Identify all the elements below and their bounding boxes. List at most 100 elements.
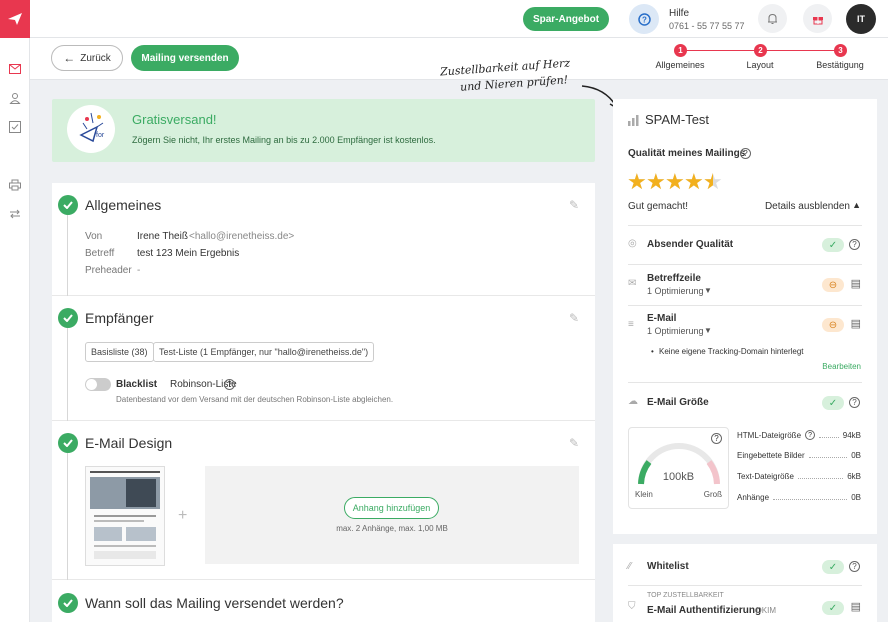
checklist-icon[interactable] xyxy=(8,120,22,134)
spar-angebot-button[interactable]: Spar-Angebot xyxy=(523,7,609,31)
help-title[interactable]: Hilfe xyxy=(669,8,689,19)
step-1-marker[interactable]: 1 xyxy=(674,44,687,57)
edit-link[interactable]: Bearbeiten xyxy=(822,362,861,371)
gauge-min-label: Klein xyxy=(635,490,653,499)
preview-icon[interactable]: ▤ xyxy=(851,600,861,613)
left-sidebar xyxy=(0,0,30,622)
info-icon[interactable]: ? xyxy=(711,433,722,444)
star-icon: ★★ xyxy=(646,169,666,194)
ok-check-icon: ✓ xyxy=(822,560,844,574)
user-icon[interactable] xyxy=(8,91,22,105)
step-1-label: Allgemeines xyxy=(655,60,705,70)
subject-opt-label[interactable]: 1 Optimierung xyxy=(647,286,704,296)
step-3-label: Bestätigung xyxy=(816,60,864,70)
details-toggle[interactable]: Details ausblenden xyxy=(765,201,850,212)
step-2-marker[interactable]: 2 xyxy=(754,44,767,57)
star-icon: ★★ xyxy=(684,169,704,194)
rating-text: Gut gemacht! xyxy=(628,201,689,212)
timeline-line xyxy=(67,215,68,296)
blacklist-toggle[interactable] xyxy=(85,378,111,391)
divider xyxy=(628,585,862,586)
check-circle-icon xyxy=(58,593,78,613)
check-circle-icon xyxy=(58,195,78,215)
design-title: E-Mail Design xyxy=(85,435,173,451)
back-button-label: Zurück xyxy=(80,52,111,64)
recipients-title: Empfänger xyxy=(85,310,154,326)
info-icon[interactable]: ? xyxy=(740,148,751,159)
ok-check-icon: ✓ xyxy=(822,396,844,410)
badge-text: for xyxy=(96,132,105,139)
email-note: Keine eigene Tracking-Domain hinterlegt xyxy=(659,347,804,356)
chevron-down-icon[interactable]: ▼ xyxy=(704,286,712,295)
pencil-icon[interactable]: ✎ xyxy=(569,198,579,212)
svg-text:?: ? xyxy=(642,15,647,24)
info-icon[interactable]: ? xyxy=(849,239,860,250)
from-email: <hallo@irenetheiss.de> xyxy=(189,231,295,242)
divider xyxy=(628,264,862,265)
blacklist-hint: Datenbestand vor dem Versand mit der deu… xyxy=(116,395,394,404)
subject-line-label: Betreffzeile xyxy=(647,273,701,284)
size-row-text: Text-Dateigröße 6kB xyxy=(737,472,861,481)
ok-check-icon: ✓ xyxy=(822,601,844,615)
design-section: E-Mail Design ✎ + Anhang hinzufügen max.… xyxy=(52,421,595,580)
panel-gap xyxy=(613,534,877,544)
size-gauge: ? 100kB Klein Groß xyxy=(628,427,729,509)
step-2-label: Layout xyxy=(746,60,774,70)
pencil-icon[interactable]: ✎ xyxy=(569,311,579,325)
subject-label: Betreff xyxy=(85,248,115,259)
bell-icon[interactable] xyxy=(758,4,787,33)
ok-check-icon: ✓ xyxy=(822,238,844,252)
info-icon[interactable]: ? xyxy=(805,430,816,440)
help-icon[interactable]: ? xyxy=(629,4,659,34)
printer-icon[interactable] xyxy=(8,178,22,192)
size-row-label: Eingebettete Bilder xyxy=(737,451,805,460)
email-preview-thumbnail[interactable] xyxy=(85,466,165,566)
toggle-knob xyxy=(86,379,97,390)
size-row-images: Eingebettete Bilder 0B xyxy=(737,451,861,460)
swap-arrows-icon[interactable] xyxy=(8,207,22,221)
preheader-value: - xyxy=(137,265,141,276)
size-row-attachments: Anhänge 0B xyxy=(737,493,861,502)
pencil-icon[interactable]: ✎ xyxy=(569,436,579,450)
back-button[interactable]: ← Zurück xyxy=(51,45,123,71)
gift-icon[interactable] xyxy=(803,4,832,33)
logo[interactable] xyxy=(0,0,30,38)
preheader-label: Preheader xyxy=(85,265,132,276)
size-row-value: 0B xyxy=(851,451,861,460)
attachment-dropzone[interactable]: Anhang hinzufügen max. 2 Anhänge, max. 1… xyxy=(205,466,579,564)
size-row-value: 6kB xyxy=(847,472,861,481)
mail-icon[interactable] xyxy=(8,62,22,76)
user-avatar[interactable]: IT xyxy=(846,4,876,34)
banner-title: Gratisversand! xyxy=(132,112,217,127)
spam-title: SPAM-Test xyxy=(645,112,710,127)
banner-text: Zögern Sie nicht, Ihr erstes Mailing an … xyxy=(132,135,436,145)
send-mailing-button[interactable]: Mailing versenden xyxy=(131,45,239,71)
info-icon[interactable]: ? xyxy=(224,379,235,390)
size-row-label: Anhänge xyxy=(737,493,770,502)
chevron-down-icon[interactable]: ▼ xyxy=(704,326,712,335)
list-tag-basis[interactable]: Basisliste (38) xyxy=(85,342,154,362)
email-label: E-Mail xyxy=(647,313,677,324)
star-icon: ★★ xyxy=(627,169,647,194)
add-attachment-button[interactable]: Anhang hinzufügen xyxy=(344,497,439,519)
info-icon[interactable]: ? xyxy=(849,397,860,408)
general-title: Allgemeines xyxy=(85,197,162,213)
sender-icon: ◎ xyxy=(628,238,637,249)
preview-icon[interactable]: ▤ xyxy=(851,317,861,330)
help-phone: 0761 - 55 77 55 77 xyxy=(669,21,745,31)
list-tag-test[interactable]: Test-Liste (1 Empfänger, nur "hallo@iren… xyxy=(153,342,375,362)
warning-minus-icon: ⊖ xyxy=(822,278,844,292)
size-row-value: 94kB xyxy=(842,431,861,440)
free-send-banner: for Gratisversand! Zögern Sie nicht, Ihr… xyxy=(52,99,595,162)
email-opt-label[interactable]: 1 Optimierung xyxy=(647,326,704,336)
size-row-label: Text-Dateigröße xyxy=(737,472,794,481)
lines-icon: ≡ xyxy=(628,319,634,330)
subject-value: test 123 Mein Ergebnis xyxy=(137,248,240,259)
info-icon[interactable]: ? xyxy=(849,561,860,572)
step-3-marker[interactable]: 3 xyxy=(834,44,847,57)
check-circle-icon xyxy=(58,433,78,453)
size-row-html: HTML-Dateigröße? 94kB xyxy=(737,430,861,440)
chevron-up-icon[interactable]: ▲ xyxy=(852,200,861,210)
preview-icon[interactable]: ▤ xyxy=(851,277,861,290)
auth-suffix: DKIM xyxy=(756,606,776,615)
